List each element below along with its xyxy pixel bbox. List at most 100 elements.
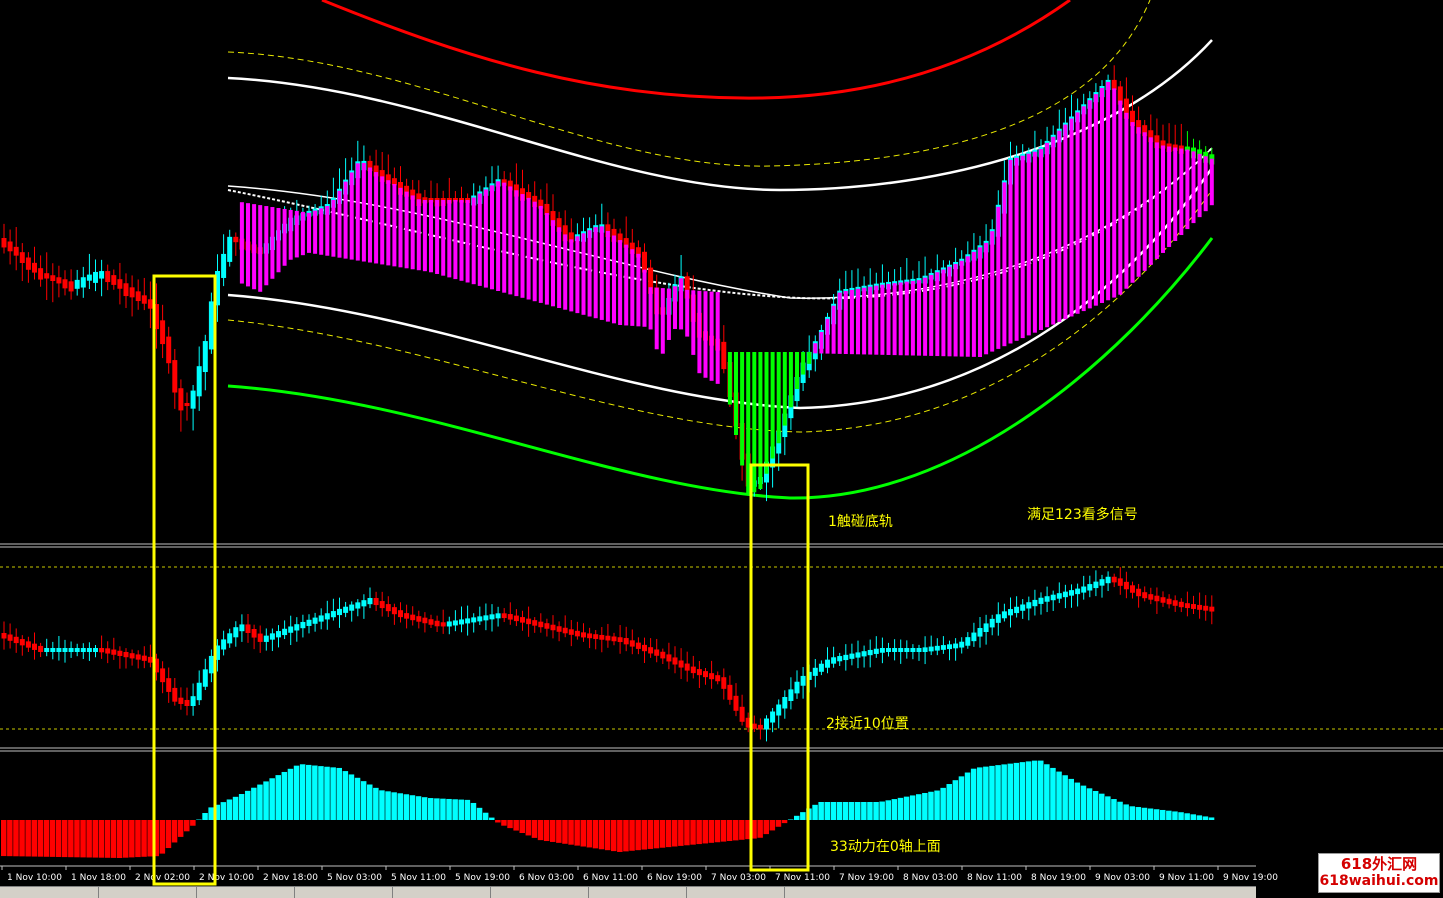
x-tick-label: 2 Nov 02:00: [135, 873, 190, 883]
band-bar: [331, 200, 335, 257]
histogram-bar: [995, 765, 1001, 820]
band-bar: [807, 352, 811, 364]
band-bar: [783, 352, 787, 426]
osc-candle: [1106, 577, 1111, 583]
annotation-touch-bottom: 1触碰底轨: [828, 514, 893, 530]
band-bar: [636, 254, 640, 327]
symbol-tab[interactable]: [686, 887, 785, 898]
histogram-bar: [25, 820, 31, 856]
symbol-tab[interactable]: [392, 887, 491, 898]
symbol-tab[interactable]: [588, 887, 687, 898]
histogram-bar: [337, 768, 343, 820]
band-bar: [880, 285, 884, 355]
osc-candle: [185, 700, 190, 706]
band-bar: [551, 220, 555, 306]
band-bar: [661, 288, 665, 354]
osc-candle: [660, 652, 665, 659]
osc-candle: [563, 628, 568, 634]
osc-candle: [93, 648, 98, 652]
osc-candle: [605, 636, 610, 641]
osc-candle: [892, 648, 897, 652]
band-bar: [557, 227, 561, 308]
osc-candle: [978, 628, 983, 637]
price-candle: [38, 268, 43, 279]
histogram-bar: [245, 791, 251, 820]
osc-candle: [941, 645, 946, 650]
histogram-bar: [123, 820, 129, 858]
histogram-bar: [452, 799, 458, 820]
histogram-bar: [611, 820, 617, 851]
price-candle: [20, 252, 25, 263]
symbol-tab[interactable]: [294, 887, 393, 898]
osc-candle: [81, 648, 86, 652]
histogram-bar: [1038, 761, 1044, 820]
histogram-bar: [80, 820, 86, 857]
x-tick-label: 2 Nov 18:00: [263, 873, 318, 883]
histogram-bar: [269, 778, 275, 820]
osc-candle: [270, 633, 275, 639]
histogram-bar: [965, 773, 971, 820]
osc-candle: [1124, 582, 1129, 589]
band-bar: [270, 207, 274, 279]
band-bar: [917, 280, 921, 356]
band-bar: [819, 332, 823, 353]
histogram-bar: [959, 776, 965, 820]
band-bar: [374, 172, 378, 263]
osc-candle: [642, 645, 647, 651]
price-candle: [136, 291, 141, 301]
band-bar: [618, 240, 622, 325]
symbol-tab[interactable]: [196, 887, 295, 898]
osc-candle: [788, 689, 793, 701]
osc-candle: [209, 656, 214, 673]
price-candle: [26, 258, 31, 270]
osc-candle: [361, 600, 366, 606]
histogram-bar: [294, 766, 300, 820]
x-tick-label: 8 Nov 03:00: [903, 873, 958, 883]
symbol-tab[interactable]: [0, 887, 99, 898]
histogram-bar: [605, 820, 611, 850]
histogram-bar: [879, 802, 885, 820]
osc-candle: [258, 634, 263, 642]
histogram-bar: [1069, 779, 1075, 820]
osc-candle: [1069, 590, 1074, 596]
band-bar: [966, 256, 970, 356]
symbol-tab[interactable]: [490, 887, 589, 898]
band-bar: [240, 202, 244, 283]
histogram-bar: [428, 798, 434, 820]
histogram-bar: [495, 820, 501, 822]
osc-candle: [1008, 609, 1013, 615]
band-bar: [710, 292, 714, 381]
x-tick-label: 7 Nov 19:00: [839, 873, 894, 883]
histogram-bar: [550, 820, 556, 842]
x-tick-label: 6 Nov 19:00: [647, 873, 702, 883]
band-bar: [527, 198, 531, 300]
osc-candle: [508, 614, 513, 620]
osc-candle: [50, 648, 55, 652]
band-bar: [380, 176, 384, 264]
band-bar: [545, 213, 549, 305]
osc-candle: [1026, 602, 1031, 608]
osc-candle: [526, 619, 531, 625]
osc-candle: [1154, 596, 1159, 602]
osc-candle: [319, 615, 324, 621]
symbol-tab[interactable]: [98, 887, 197, 898]
band-bar: [405, 192, 409, 269]
osc-candle: [233, 627, 238, 637]
osc-candle: [20, 639, 25, 645]
osc-candle: [581, 632, 586, 637]
band-bar: [539, 206, 543, 303]
osc-candle: [868, 650, 873, 655]
band-bar: [429, 200, 433, 272]
histogram-bar: [660, 820, 666, 848]
histogram-bar: [953, 780, 959, 820]
osc-candle: [386, 604, 391, 611]
osc-candle: [618, 637, 623, 642]
osc-candle: [862, 651, 867, 656]
osc-candle: [63, 648, 68, 652]
x-tick-label: 6 Nov 11:00: [583, 873, 638, 883]
band-bar: [496, 181, 500, 291]
price-candle: [105, 271, 110, 282]
price-candle: [142, 295, 147, 303]
osc-candle: [355, 602, 360, 608]
histogram-bar: [507, 820, 513, 828]
